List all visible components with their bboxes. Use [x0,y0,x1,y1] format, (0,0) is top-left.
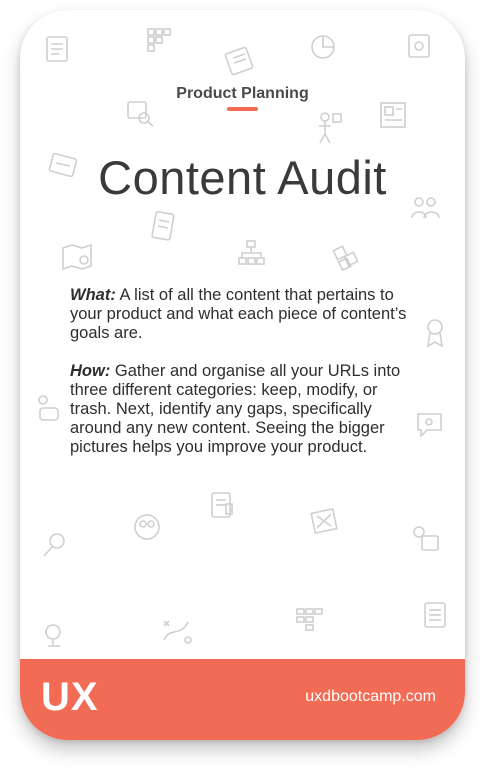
how-label: How: [70,362,111,380]
how-text: Gather and organise all your URLs into t… [70,362,401,456]
card-title: Content Audit [98,151,387,204]
location-icon [43,533,65,557]
strategy-icon [163,620,192,644]
layout-icon [380,102,406,128]
how-paragraph: How: Gather and organise all your URLs i… [70,362,415,457]
card-category: Product Planning [176,85,309,102]
document-icon [151,210,175,241]
grid-icon [296,608,323,631]
list-icon [424,602,446,628]
sitemap-icon [238,240,265,265]
speech-icon [38,395,59,421]
people-icon [134,514,160,540]
category-underline [227,107,258,111]
content-audit-card: Product Planning Content Audit What: A l… [20,10,465,740]
layout-icon [310,507,338,535]
person-icon [319,112,342,144]
chart-icon [311,35,335,59]
book-icon [408,34,430,58]
grid-icon [147,28,171,52]
location-icon [45,624,61,647]
document-icon [211,492,233,518]
card-body: What: A list of all the content that per… [70,286,415,476]
ux-logo: UX [41,675,99,719]
map-icon [62,243,92,271]
list-icon [224,46,254,76]
people-icon [413,526,439,551]
speech-icon [417,413,442,438]
website-link[interactable]: uxdbootcamp.com [305,688,436,706]
award-icon [426,319,444,348]
puzzle-icon [332,245,359,272]
document-icon [46,36,68,62]
card-footer: UX uxdbootcamp.com [20,659,465,740]
what-text: A list of all the content that pertains … [70,286,407,342]
what-label: What: [70,286,116,304]
what-paragraph: What: A list of all the content that per… [70,286,415,343]
